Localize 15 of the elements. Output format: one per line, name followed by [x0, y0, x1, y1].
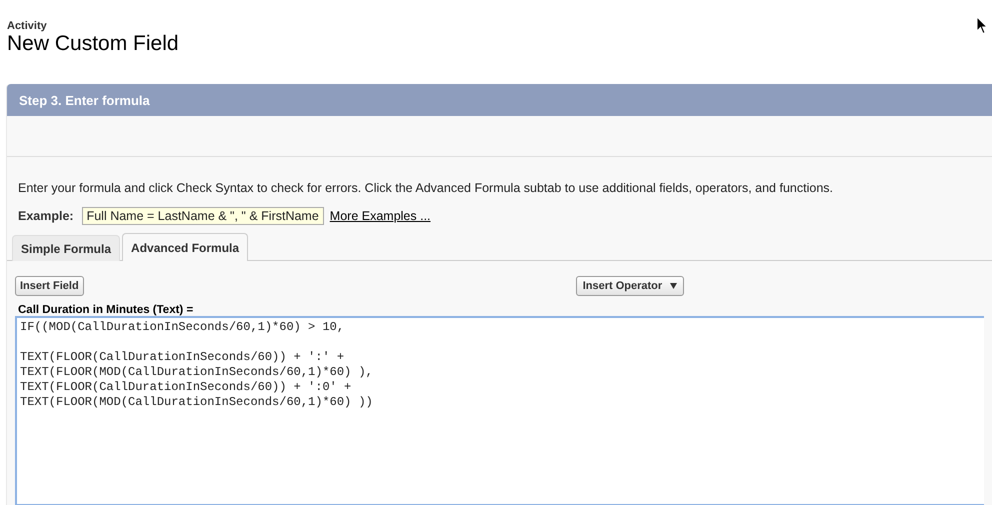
formula-tab[interactable]: Advanced Formula	[122, 233, 248, 261]
instructions-text: Enter your formula and click Check Syntax to check for errors. Click the Advanced Formula subtab to use additional fields, operators, and functions.	[18, 181, 834, 195]
more-examples-link[interactable]: More Examples ...	[330, 209, 431, 223]
step-header: Step 3. Enter formula	[7, 84, 992, 116]
insert-field-button[interactable]: Insert Field	[15, 276, 84, 296]
formula-tab[interactable]: Simple Formula	[12, 235, 120, 261]
example-formula: Full Name = LastName & ", " & FirstName	[82, 207, 324, 225]
mouse-pointer-icon	[976, 16, 988, 35]
formula-field[interactable]: IF((MOD(CallDurationInSeconds/60,1)*60) > 10, TEXT(FLOOR(CallDurationInSeconds/60)) + ':' + TEXT(FLOOR(MOD(CallDurationInSeconds/60,1)*60) ), TEXT(FLOOR(CallDurationInSeconds/60)) + ':0' + TEXT(FLOOR(MOD(CallDurationInSeconds/60,1)*60) ))	[15, 316, 984, 505]
insert-operator-dropdown[interactable]: Insert Operator	[576, 276, 684, 296]
object-name: Activity	[7, 20, 47, 32]
formula-label: Call Duration in Minutes (Text) =	[18, 304, 194, 316]
caret-icon	[670, 283, 678, 289]
page-title: New Custom Field	[7, 32, 179, 56]
example-label: Example:	[18, 209, 74, 223]
